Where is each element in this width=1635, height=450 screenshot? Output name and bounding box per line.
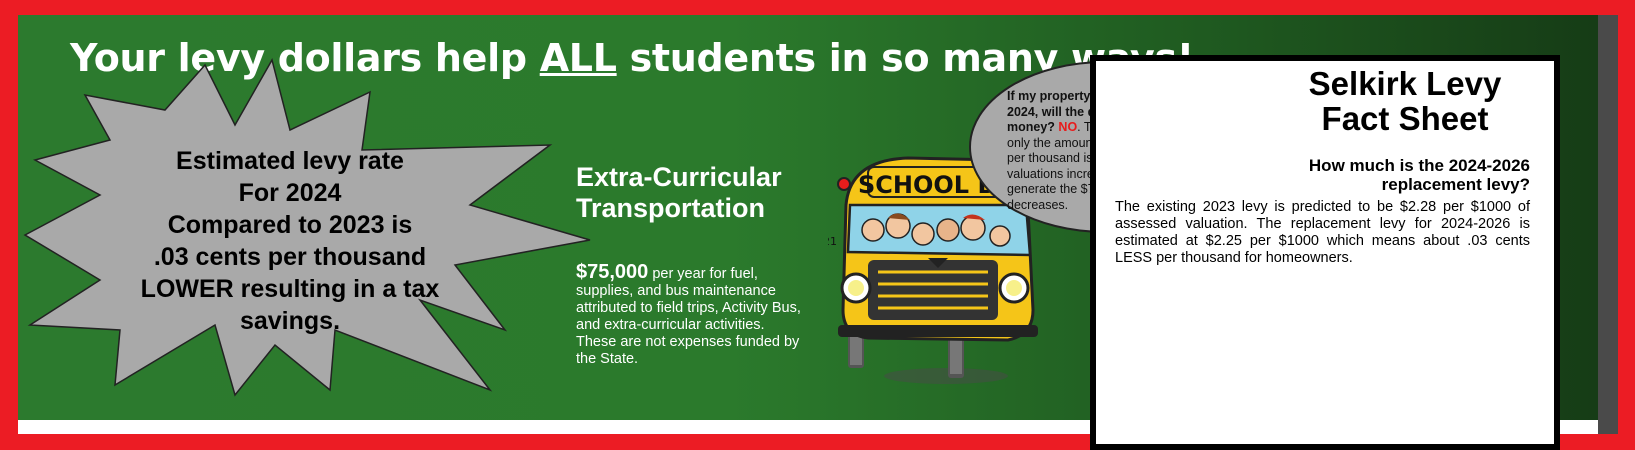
fact-sheet-title: Selkirk Levy Fact Sheet (1260, 66, 1550, 136)
extracurricular-amount: $75,000 (576, 261, 649, 283)
right-gray-edge (1598, 15, 1618, 434)
bubble-answer: NO (1058, 120, 1078, 134)
extracurricular-title-line: Transportation (576, 193, 766, 223)
extracurricular-title-line: Extra-Curricular (576, 162, 782, 192)
starburst-line: Compared to 2023 is (167, 211, 413, 239)
starburst-text: Estimated levy rate For 2024 Compared to… (100, 145, 480, 337)
starburst-line: savings. (239, 307, 341, 335)
bus-number: 21 (828, 235, 837, 248)
starburst-line: LOWER resulting in a tax (140, 275, 440, 303)
extracurricular-title: Extra-Curricular Transportation (576, 162, 782, 224)
starburst-line: .03 cents per thousand (153, 243, 427, 271)
fact-sheet-body: The existing 2023 levy is predicted to b… (1115, 199, 1530, 266)
fact-sheet-title-line: Fact Sheet (1321, 100, 1489, 137)
extracurricular-body: $75,000 per year for fuel, supplies, and… (576, 261, 806, 368)
starburst-line: Estimated levy rate (176, 147, 404, 175)
starburst-line: For 2024 (238, 179, 342, 207)
fact-sheet-question: How much is the 2024-2026 replacement le… (1308, 156, 1530, 194)
fact-sheet-title-line: Selkirk Levy (1308, 65, 1502, 102)
